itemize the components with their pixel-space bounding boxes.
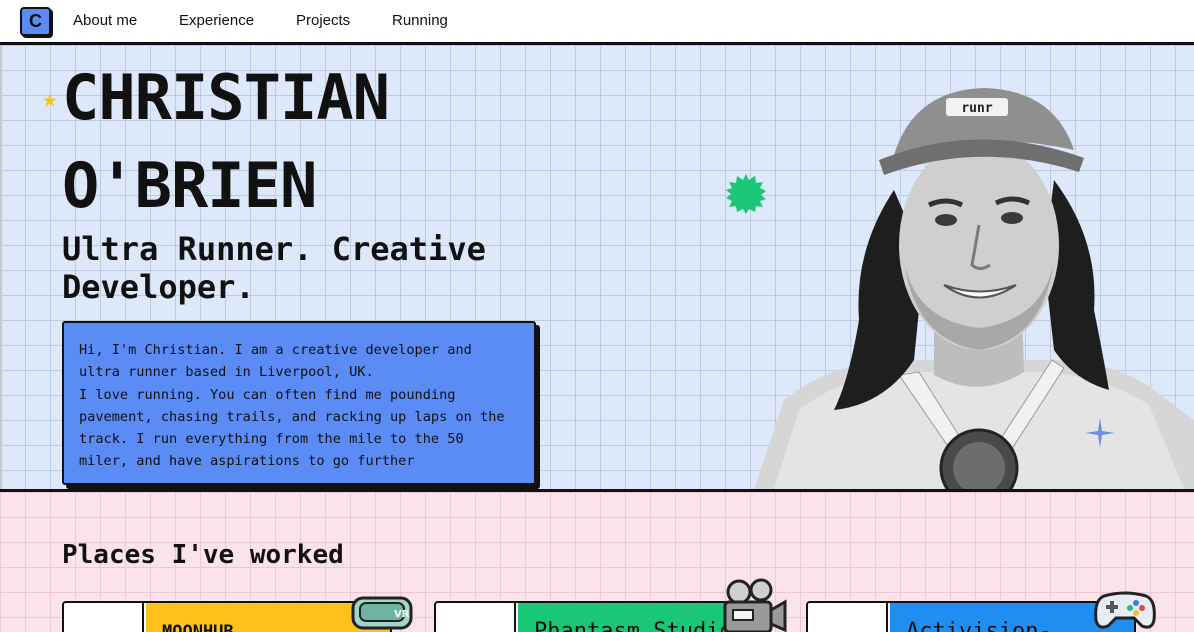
hero-name-line2: O'BRIEN <box>62 149 317 222</box>
bio-paragraph-intro: Hi, I'm Christian. I am a creative devel… <box>79 342 472 381</box>
gamepad-icon <box>1094 591 1156 629</box>
top-nav: C About me Experience Projects Running <box>0 0 1194 45</box>
work-card-activision[interactable]: Activision- <box>806 601 1136 632</box>
work-section-title: Places I've worked <box>62 540 344 570</box>
svg-text:VR: VR <box>394 609 410 620</box>
nav-item-about-me[interactable]: About me <box>73 12 137 29</box>
work-card-moonhub[interactable]: MOONHUB <box>62 601 392 632</box>
nav-item-running[interactable]: Running <box>392 12 448 29</box>
work-card-phantasm-studio[interactable]: Phantasm Studio <box>434 601 764 632</box>
site-logo[interactable]: C <box>20 7 51 36</box>
bio-paragraph-running: I love running. You can often find me po… <box>79 386 505 470</box>
hero-tagline: Ultra Runner. Creative Developer. <box>62 230 486 306</box>
star-icon: ★ <box>42 84 58 114</box>
cap-logo-text: runr <box>961 101 992 116</box>
vr-headset-icon: VR <box>351 596 413 630</box>
nav-item-projects[interactable]: Projects <box>296 12 350 29</box>
portrait-photo: runr <box>754 88 1194 489</box>
sparkle-icon <box>1085 418 1115 448</box>
work-card-thumbnail <box>436 603 516 632</box>
hero-name-line1: CHRISTIAN <box>62 61 390 134</box>
hero-name: CHRISTIAN O'BRIEN <box>62 54 390 230</box>
bio-card: Hi, I'm Christian. I am a creative devel… <box>62 321 536 485</box>
nav-item-experience[interactable]: Experience <box>179 12 254 29</box>
left-edge-line <box>0 45 2 492</box>
work-card-thumbnail <box>808 603 888 632</box>
work-card-thumbnail <box>64 603 144 632</box>
film-camera-icon <box>723 578 787 632</box>
